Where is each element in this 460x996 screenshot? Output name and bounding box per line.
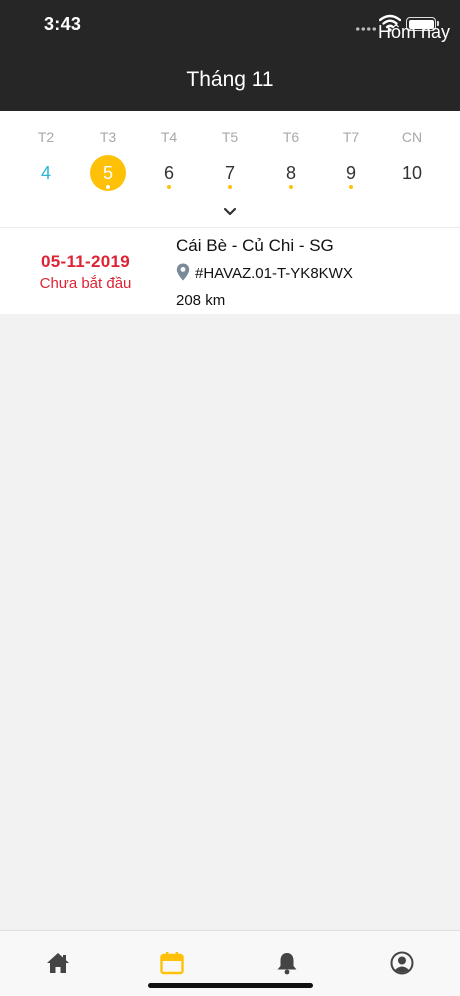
signal-icon <box>355 27 377 31</box>
calendar-day[interactable]: T4 6 <box>144 111 194 201</box>
event-dot <box>106 185 110 189</box>
tab-bar <box>0 930 460 996</box>
day-number: 7 <box>224 163 235 183</box>
calendar-day[interactable]: CN 10 <box>387 111 437 201</box>
user-icon[interactable] <box>388 951 416 975</box>
chevron-down-icon[interactable] <box>223 207 237 217</box>
trip-card[interactable]: 05-11-2019 Chưa bắt đầu Cái Bè - Củ Chi … <box>0 227 460 314</box>
calendar-day[interactable]: T2 4 <box>21 111 71 201</box>
trip-status: Chưa bắt đầu <box>39 275 132 292</box>
calendar-icon[interactable] <box>158 951 186 975</box>
page-title: Tháng 11 <box>186 68 274 91</box>
week-calendar: T2 4 T3 5 T4 6 T5 7 T6 8 T7 9 CN 10 <box>0 111 460 227</box>
calendar-day-selected[interactable]: T3 5 <box>83 111 133 201</box>
event-dot <box>349 185 353 189</box>
home-icon[interactable] <box>44 951 72 975</box>
trip-distance: 208 km <box>176 292 226 309</box>
trip-date: 05-11-2019 <box>40 252 131 271</box>
day-name: T3 <box>99 129 117 145</box>
day-name: T6 <box>282 129 300 145</box>
today-button[interactable]: Hôm nay <box>378 22 450 43</box>
day-name: T2 <box>37 129 55 145</box>
day-number: 10 <box>401 163 423 183</box>
day-number: 5 <box>102 163 113 183</box>
bell-icon[interactable] <box>273 951 301 975</box>
top-bar: 3:43 Hôm nay Tháng 11 <box>0 0 460 111</box>
trip-code: #HAVAZ.01-T-YK8KWX <box>195 265 353 282</box>
event-dot <box>289 185 293 189</box>
day-number: 6 <box>163 163 174 183</box>
day-name: T4 <box>160 129 178 145</box>
status-time: 3:43 <box>44 14 82 34</box>
day-name: CN <box>401 129 423 145</box>
trip-route: Cái Bè - Củ Chi - SG <box>176 236 334 255</box>
calendar-day[interactable]: T6 8 <box>266 111 316 201</box>
day-name: T7 <box>342 129 360 145</box>
event-dot <box>228 185 232 189</box>
day-number: 4 <box>40 163 51 183</box>
location-pin-icon <box>176 263 190 281</box>
day-number: 8 <box>285 163 296 183</box>
event-dot <box>167 185 171 189</box>
day-number: 9 <box>345 163 356 183</box>
day-name: T5 <box>221 129 239 145</box>
calendar-day[interactable]: T5 7 <box>205 111 255 201</box>
home-indicator <box>148 983 313 988</box>
calendar-day[interactable]: T7 9 <box>326 111 376 201</box>
